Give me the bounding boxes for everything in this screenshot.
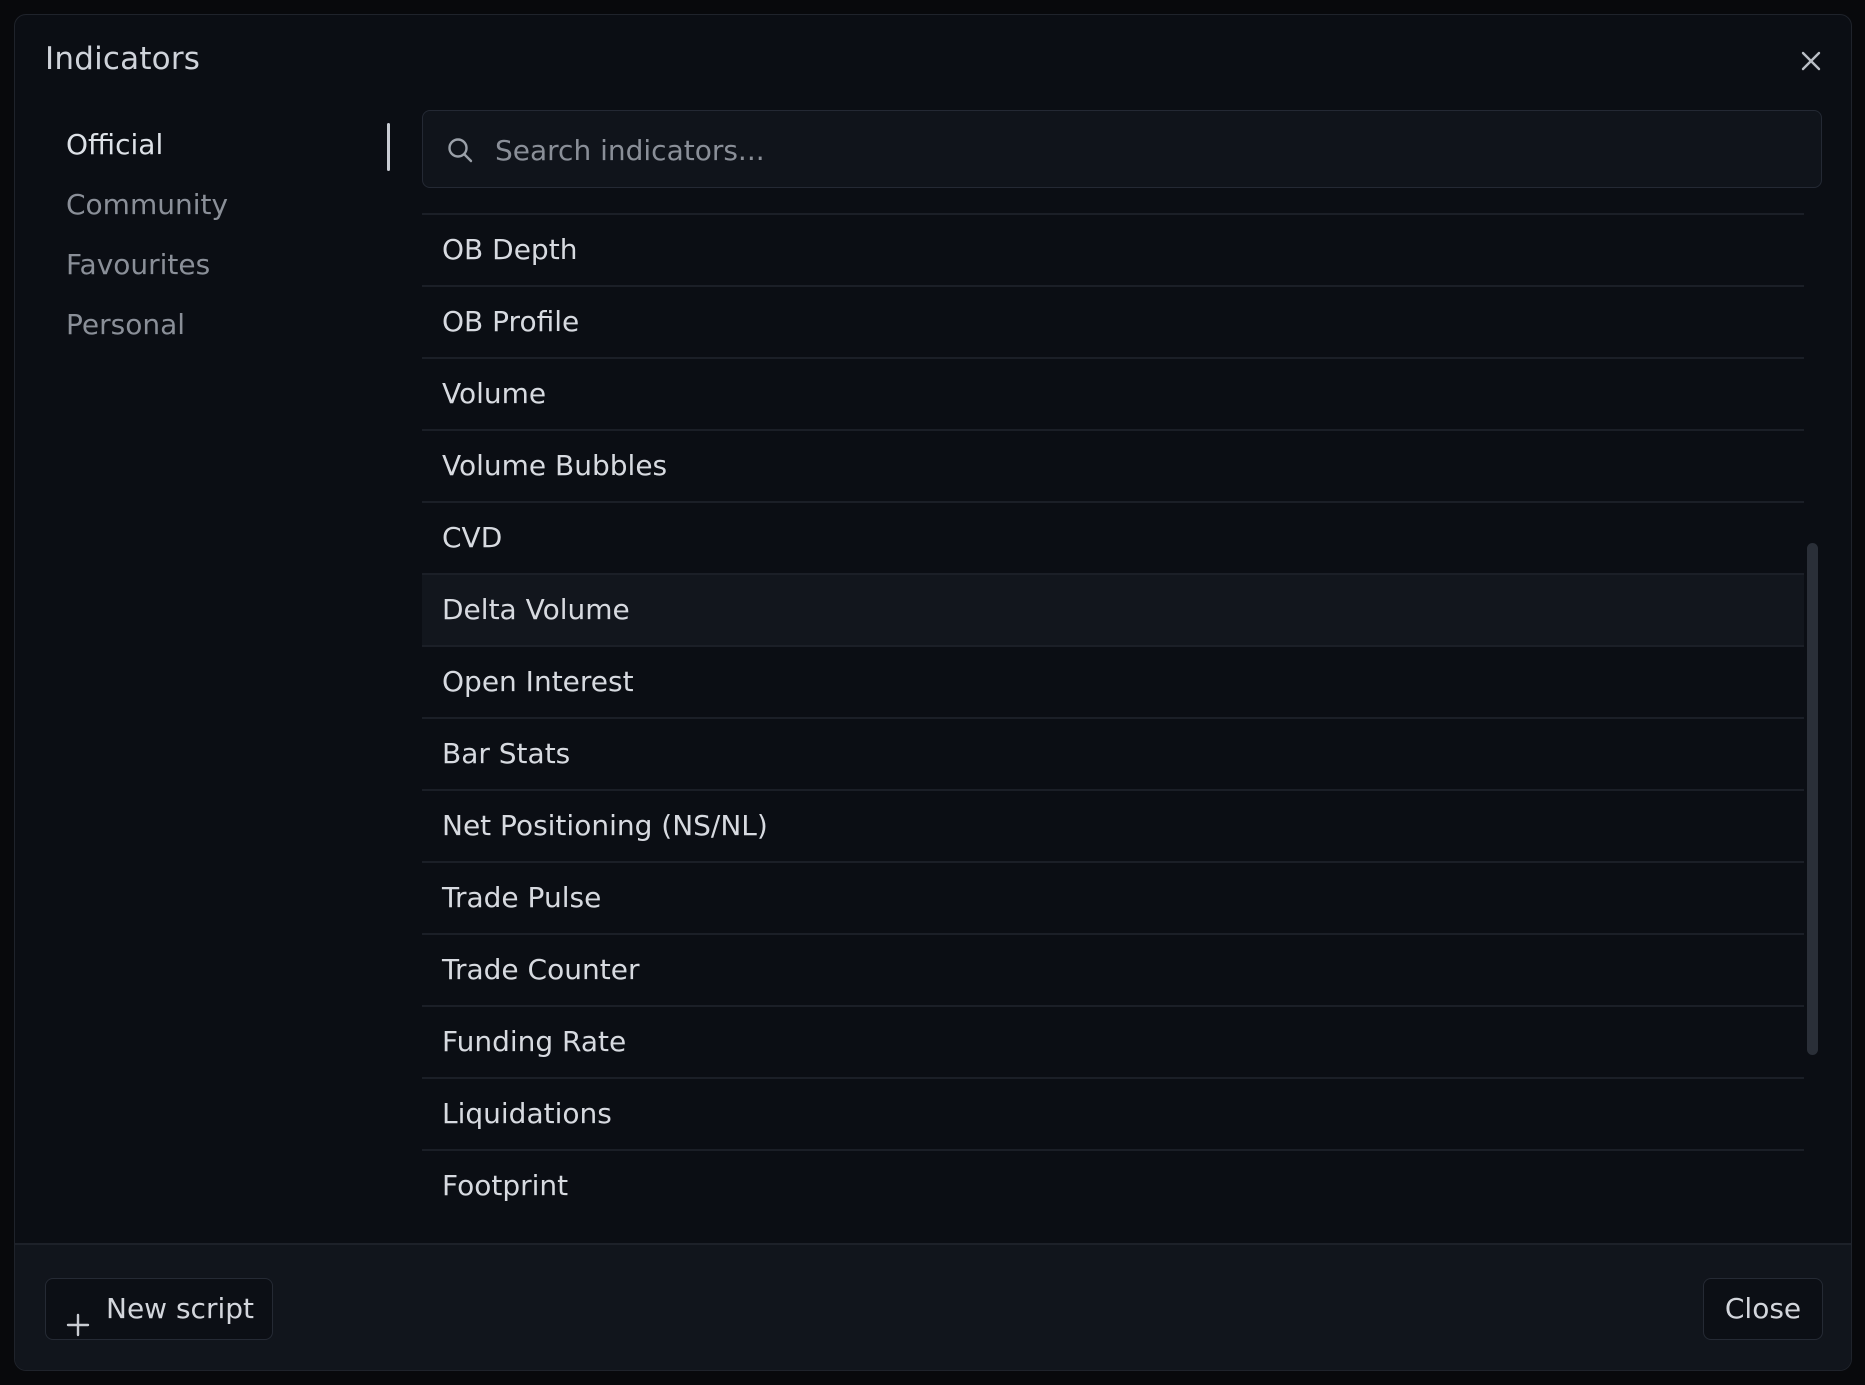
list-item[interactable]: CVD (422, 503, 1804, 575)
list-item[interactable]: Volume (422, 359, 1804, 431)
list-item[interactable]: Trade Counter (422, 935, 1804, 1007)
new-script-button[interactable]: New script (45, 1278, 273, 1340)
new-script-label: New script (106, 1292, 254, 1325)
plus-icon (66, 1298, 90, 1337)
close-button[interactable]: Close (1703, 1278, 1823, 1340)
list-item[interactable]: OB Depth (422, 215, 1804, 287)
list-item[interactable]: Delta Volume (422, 575, 1804, 647)
list-item[interactable]: Bar Stats (422, 719, 1804, 791)
indicator-list: OB Depth OB Profile Volume Volume Bubble… (422, 213, 1804, 1221)
list-scrollbar[interactable] (1807, 543, 1818, 1055)
sidebar-item-personal[interactable]: Personal (45, 295, 390, 355)
list-item[interactable]: Funding Rate (422, 1007, 1804, 1079)
search-icon (445, 135, 475, 165)
list-item[interactable]: Net Positioning (NS/NL) (422, 791, 1804, 863)
sidebar-item-official[interactable]: Official (45, 115, 390, 175)
list-item[interactable]: Trade Pulse (422, 863, 1804, 935)
category-sidebar: Official Community Favourites Personal (45, 115, 390, 1245)
list-item[interactable]: Open Interest (422, 647, 1804, 719)
close-icon[interactable] (1793, 43, 1829, 79)
dialog-footer: New script Close (15, 1243, 1851, 1370)
list-item[interactable]: Footprint (422, 1151, 1804, 1221)
sidebar-item-favourites[interactable]: Favourites (45, 235, 390, 295)
list-item[interactable]: OB Profile (422, 287, 1804, 359)
indicators-dialog: Indicators Official Community Favourites… (14, 14, 1852, 1371)
search-input[interactable] (493, 111, 1797, 189)
list-item[interactable]: Volume Bubbles (422, 431, 1804, 503)
list-item[interactable]: Liquidations (422, 1079, 1804, 1151)
dialog-title: Indicators (45, 41, 201, 77)
sidebar-item-community[interactable]: Community (45, 175, 390, 235)
search-box (422, 110, 1822, 189)
